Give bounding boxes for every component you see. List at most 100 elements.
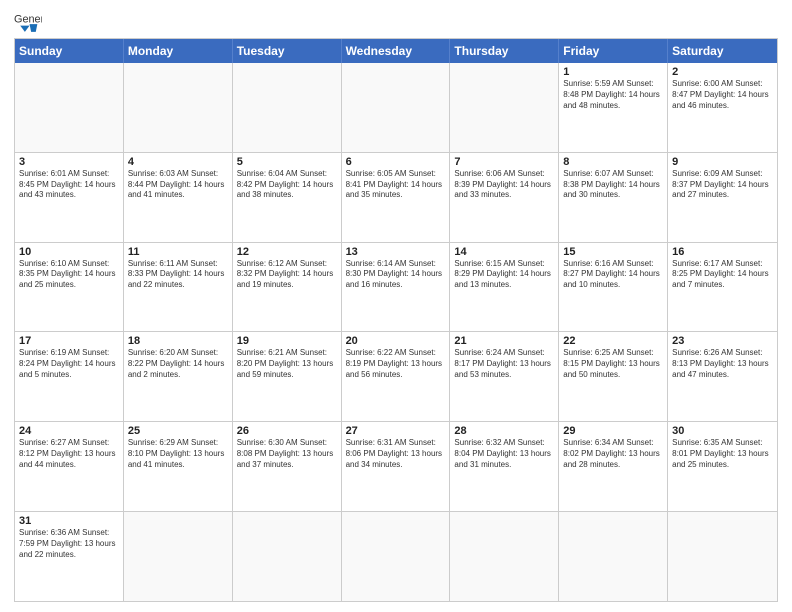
calendar-row-4: 17Sunrise: 6:19 AM Sunset: 8:24 PM Dayli… — [15, 331, 777, 421]
day-info: Sunrise: 6:05 AM Sunset: 8:41 PM Dayligh… — [346, 169, 446, 201]
calendar-row-2: 3Sunrise: 6:01 AM Sunset: 8:45 PM Daylig… — [15, 152, 777, 242]
calendar-cell: 2Sunrise: 6:00 AM Sunset: 8:47 PM Daylig… — [668, 63, 777, 152]
calendar-cell: 28Sunrise: 6:32 AM Sunset: 8:04 PM Dayli… — [450, 422, 559, 511]
day-info: Sunrise: 6:16 AM Sunset: 8:27 PM Dayligh… — [563, 259, 663, 291]
day-info: Sunrise: 6:19 AM Sunset: 8:24 PM Dayligh… — [19, 348, 119, 380]
page: General SundayMondayTuesdayWednesdayThur… — [0, 0, 792, 612]
calendar-cell: 23Sunrise: 6:26 AM Sunset: 8:13 PM Dayli… — [668, 332, 777, 421]
day-number: 13 — [346, 246, 446, 258]
day-number: 1 — [563, 66, 663, 78]
calendar-cell — [668, 512, 777, 601]
calendar-cell: 5Sunrise: 6:04 AM Sunset: 8:42 PM Daylig… — [233, 153, 342, 242]
day-number: 27 — [346, 425, 446, 437]
day-info: Sunrise: 6:01 AM Sunset: 8:45 PM Dayligh… — [19, 169, 119, 201]
calendar-cell: 22Sunrise: 6:25 AM Sunset: 8:15 PM Dayli… — [559, 332, 668, 421]
calendar-cell: 15Sunrise: 6:16 AM Sunset: 8:27 PM Dayli… — [559, 243, 668, 332]
day-number: 22 — [563, 335, 663, 347]
calendar-cell: 19Sunrise: 6:21 AM Sunset: 8:20 PM Dayli… — [233, 332, 342, 421]
day-info: Sunrise: 6:10 AM Sunset: 8:35 PM Dayligh… — [19, 259, 119, 291]
day-info: Sunrise: 6:03 AM Sunset: 8:44 PM Dayligh… — [128, 169, 228, 201]
svg-text:General: General — [14, 14, 42, 26]
day-info: Sunrise: 6:22 AM Sunset: 8:19 PM Dayligh… — [346, 348, 446, 380]
day-number: 6 — [346, 156, 446, 168]
day-info: Sunrise: 6:17 AM Sunset: 8:25 PM Dayligh… — [672, 259, 773, 291]
day-number: 30 — [672, 425, 773, 437]
calendar-cell — [124, 63, 233, 152]
calendar-cell: 18Sunrise: 6:20 AM Sunset: 8:22 PM Dayli… — [124, 332, 233, 421]
calendar-cell: 1Sunrise: 5:59 AM Sunset: 8:48 PM Daylig… — [559, 63, 668, 152]
day-number: 19 — [237, 335, 337, 347]
day-header-thursday: Thursday — [450, 39, 559, 63]
day-number: 7 — [454, 156, 554, 168]
day-info: Sunrise: 6:00 AM Sunset: 8:47 PM Dayligh… — [672, 79, 773, 111]
day-info: Sunrise: 6:20 AM Sunset: 8:22 PM Dayligh… — [128, 348, 228, 380]
calendar-row-5: 24Sunrise: 6:27 AM Sunset: 8:12 PM Dayli… — [15, 421, 777, 511]
day-number: 3 — [19, 156, 119, 168]
day-number: 4 — [128, 156, 228, 168]
calendar-cell: 17Sunrise: 6:19 AM Sunset: 8:24 PM Dayli… — [15, 332, 124, 421]
day-info: Sunrise: 6:31 AM Sunset: 8:06 PM Dayligh… — [346, 438, 446, 470]
day-number: 8 — [563, 156, 663, 168]
day-info: Sunrise: 6:35 AM Sunset: 8:01 PM Dayligh… — [672, 438, 773, 470]
calendar-cell: 6Sunrise: 6:05 AM Sunset: 8:41 PM Daylig… — [342, 153, 451, 242]
day-info: Sunrise: 6:27 AM Sunset: 8:12 PM Dayligh… — [19, 438, 119, 470]
calendar-cell — [124, 512, 233, 601]
day-info: Sunrise: 6:14 AM Sunset: 8:30 PM Dayligh… — [346, 259, 446, 291]
calendar-cell — [559, 512, 668, 601]
calendar-cell: 4Sunrise: 6:03 AM Sunset: 8:44 PM Daylig… — [124, 153, 233, 242]
day-header-tuesday: Tuesday — [233, 39, 342, 63]
day-number: 5 — [237, 156, 337, 168]
day-number: 26 — [237, 425, 337, 437]
calendar-cell — [342, 512, 451, 601]
day-number: 18 — [128, 335, 228, 347]
calendar-header: SundayMondayTuesdayWednesdayThursdayFrid… — [15, 39, 777, 63]
day-number: 31 — [19, 515, 119, 527]
day-number: 17 — [19, 335, 119, 347]
day-info: Sunrise: 6:32 AM Sunset: 8:04 PM Dayligh… — [454, 438, 554, 470]
day-number: 9 — [672, 156, 773, 168]
day-number: 10 — [19, 246, 119, 258]
calendar-cell: 21Sunrise: 6:24 AM Sunset: 8:17 PM Dayli… — [450, 332, 559, 421]
calendar-cell — [233, 63, 342, 152]
calendar-cell: 9Sunrise: 6:09 AM Sunset: 8:37 PM Daylig… — [668, 153, 777, 242]
day-info: Sunrise: 6:30 AM Sunset: 8:08 PM Dayligh… — [237, 438, 337, 470]
calendar-cell: 10Sunrise: 6:10 AM Sunset: 8:35 PM Dayli… — [15, 243, 124, 332]
day-info: Sunrise: 6:25 AM Sunset: 8:15 PM Dayligh… — [563, 348, 663, 380]
day-number: 15 — [563, 246, 663, 258]
day-info: Sunrise: 5:59 AM Sunset: 8:48 PM Dayligh… — [563, 79, 663, 111]
day-number: 2 — [672, 66, 773, 78]
calendar-cell: 27Sunrise: 6:31 AM Sunset: 8:06 PM Dayli… — [342, 422, 451, 511]
day-number: 24 — [19, 425, 119, 437]
calendar-cell — [233, 512, 342, 601]
day-info: Sunrise: 6:11 AM Sunset: 8:33 PM Dayligh… — [128, 259, 228, 291]
day-number: 14 — [454, 246, 554, 258]
calendar-row-6: 31Sunrise: 6:36 AM Sunset: 7:59 PM Dayli… — [15, 511, 777, 601]
day-info: Sunrise: 6:36 AM Sunset: 7:59 PM Dayligh… — [19, 528, 119, 560]
calendar-body: 1Sunrise: 5:59 AM Sunset: 8:48 PM Daylig… — [15, 63, 777, 601]
calendar-cell — [450, 63, 559, 152]
calendar-cell: 25Sunrise: 6:29 AM Sunset: 8:10 PM Dayli… — [124, 422, 233, 511]
calendar-cell: 31Sunrise: 6:36 AM Sunset: 7:59 PM Dayli… — [15, 512, 124, 601]
calendar-cell — [15, 63, 124, 152]
day-header-wednesday: Wednesday — [342, 39, 451, 63]
calendar: SundayMondayTuesdayWednesdayThursdayFrid… — [14, 38, 778, 602]
logo: General — [14, 10, 46, 32]
day-number: 25 — [128, 425, 228, 437]
day-info: Sunrise: 6:04 AM Sunset: 8:42 PM Dayligh… — [237, 169, 337, 201]
day-header-sunday: Sunday — [15, 39, 124, 63]
calendar-cell: 3Sunrise: 6:01 AM Sunset: 8:45 PM Daylig… — [15, 153, 124, 242]
calendar-cell — [342, 63, 451, 152]
day-info: Sunrise: 6:07 AM Sunset: 8:38 PM Dayligh… — [563, 169, 663, 201]
calendar-cell: 26Sunrise: 6:30 AM Sunset: 8:08 PM Dayli… — [233, 422, 342, 511]
day-number: 12 — [237, 246, 337, 258]
calendar-row-1: 1Sunrise: 5:59 AM Sunset: 8:48 PM Daylig… — [15, 63, 777, 152]
calendar-cell: 8Sunrise: 6:07 AM Sunset: 8:38 PM Daylig… — [559, 153, 668, 242]
calendar-row-3: 10Sunrise: 6:10 AM Sunset: 8:35 PM Dayli… — [15, 242, 777, 332]
day-number: 11 — [128, 246, 228, 258]
calendar-cell: 30Sunrise: 6:35 AM Sunset: 8:01 PM Dayli… — [668, 422, 777, 511]
day-info: Sunrise: 6:09 AM Sunset: 8:37 PM Dayligh… — [672, 169, 773, 201]
day-info: Sunrise: 6:21 AM Sunset: 8:20 PM Dayligh… — [237, 348, 337, 380]
day-number: 16 — [672, 246, 773, 258]
day-info: Sunrise: 6:06 AM Sunset: 8:39 PM Dayligh… — [454, 169, 554, 201]
calendar-cell: 20Sunrise: 6:22 AM Sunset: 8:19 PM Dayli… — [342, 332, 451, 421]
